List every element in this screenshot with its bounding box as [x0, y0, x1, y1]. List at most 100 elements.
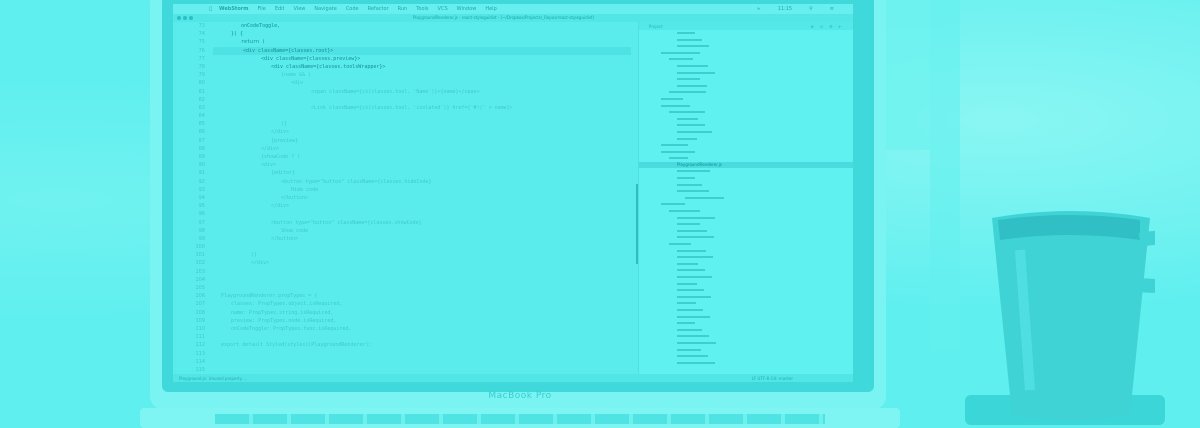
code-line[interactable]: PlaygroundRenderer.propTypes = { — [221, 292, 631, 300]
tree-item[interactable] — [639, 221, 853, 228]
tree-item[interactable] — [639, 287, 853, 294]
tree-item[interactable] — [639, 201, 853, 208]
tree-item[interactable] — [639, 353, 853, 360]
code-line[interactable] — [221, 96, 631, 104]
tree-item[interactable] — [639, 274, 853, 281]
menubar-clock[interactable]: 11:15 — [778, 6, 792, 12]
tree-item[interactable] — [639, 347, 853, 354]
tree-item[interactable] — [639, 188, 853, 195]
tree-item[interactable] — [639, 30, 853, 37]
menu-item-edit[interactable]: Edit — [275, 6, 285, 12]
menu-item-vcs[interactable]: VCS — [438, 6, 448, 12]
close-window-button[interactable] — [177, 16, 181, 20]
code-line[interactable]: </button> — [221, 235, 631, 243]
code-line[interactable]: <div className={classes.preview}> — [221, 55, 631, 63]
code-line[interactable]: }) { — [221, 30, 631, 38]
tree-item[interactable] — [639, 327, 853, 334]
menu-item-navigate[interactable]: Navigate — [314, 6, 336, 12]
menu-list-icon[interactable]: ≡ — [830, 6, 834, 12]
tree-item[interactable] — [639, 50, 853, 57]
menu-item-run[interactable]: Run — [398, 6, 408, 12]
tree-item[interactable] — [639, 116, 853, 123]
code-line[interactable]: {editor} — [221, 169, 631, 177]
tree-item[interactable] — [639, 136, 853, 143]
code-line[interactable] — [221, 358, 631, 366]
menu-item-help[interactable]: Help — [485, 6, 496, 12]
code-line[interactable]: Show code — [221, 227, 631, 235]
code-line[interactable]: <div> — [221, 161, 631, 169]
tree-item[interactable] — [639, 109, 853, 116]
code-line[interactable]: </div> — [221, 145, 631, 153]
menu-item-code[interactable]: Code — [346, 6, 359, 12]
tree-item[interactable] — [639, 182, 853, 189]
code-line[interactable]: {name && ( — [221, 71, 631, 79]
tree-item[interactable] — [639, 195, 853, 202]
code-line[interactable]: </div> — [221, 259, 631, 267]
code-line[interactable] — [221, 333, 631, 341]
tree-item[interactable] — [639, 333, 853, 340]
search-icon[interactable]: ⚲ — [809, 6, 813, 12]
code-line[interactable]: </div> — [221, 202, 631, 210]
code-line[interactable] — [221, 350, 631, 358]
tree-item[interactable] — [639, 129, 853, 136]
menu-item-view[interactable]: View — [294, 6, 306, 12]
code-line[interactable] — [221, 268, 631, 276]
code-line[interactable] — [221, 366, 631, 374]
tree-item[interactable] — [639, 43, 853, 50]
code-line[interactable]: return ( — [221, 38, 631, 46]
tree-item[interactable] — [639, 294, 853, 301]
tree-item[interactable] — [639, 300, 853, 307]
code-line[interactable]: onCodeToggle: PropTypes.func.isRequired, — [221, 325, 631, 333]
code-line[interactable]: Hide code — [221, 186, 631, 194]
tree-item[interactable] — [639, 267, 853, 274]
code-line[interactable]: </div> — [221, 128, 631, 136]
code-line[interactable] — [221, 210, 631, 218]
tree-item[interactable] — [639, 149, 853, 156]
tree-item[interactable] — [639, 142, 853, 149]
tree-item[interactable] — [639, 37, 853, 44]
tree-item[interactable] — [639, 234, 853, 241]
menu-item-file[interactable]: File — [257, 6, 265, 12]
tree-item[interactable] — [639, 281, 853, 288]
wifi-icon[interactable]: ≈ — [757, 6, 761, 12]
tree-item[interactable]: PlaygroundRenderer.js — [639, 161, 853, 169]
menu-item-window[interactable]: Window — [457, 6, 477, 12]
tree-item[interactable] — [639, 168, 853, 175]
tree-item[interactable] — [639, 89, 853, 96]
code-editor[interactable]: 73 74 75 76 77 78 79 80 81 82 83 84 85 86 87 88 89 90 91 92… — [173, 22, 638, 374]
code-line[interactable] — [221, 276, 631, 284]
tree-item[interactable] — [639, 155, 853, 162]
code-line[interactable]: preview: PropTypes.node.isRequired, — [221, 317, 631, 325]
tree-item[interactable] — [639, 254, 853, 261]
code-line[interactable]: <button type="button" className={classes… — [221, 178, 631, 186]
code-line[interactable] — [221, 284, 631, 292]
zoom-window-button[interactable] — [189, 16, 193, 20]
tree-item[interactable] — [639, 122, 853, 129]
project-tree[interactable]: PlaygroundRenderer.js — [639, 30, 853, 366]
menu-item-webstorm[interactable]: WebStorm — [219, 6, 248, 12]
code-line[interactable]: </button> — [221, 194, 631, 202]
tree-item[interactable] — [639, 228, 853, 235]
apple-icon[interactable]:  — [209, 6, 212, 12]
tree-item[interactable] — [639, 208, 853, 215]
code-line[interactable]: classes: PropTypes.object.isRequired, — [221, 300, 631, 308]
minimize-window-button[interactable] — [183, 16, 187, 20]
tree-item[interactable] — [639, 103, 853, 110]
code-line[interactable]: <Link className={cx(classes.tool, 'isola… — [221, 104, 631, 112]
code-line[interactable]: <div className={classes.root}> — [213, 46, 631, 55]
project-panel-tools[interactable]: ⊕⊙⚙⇤ — [810, 24, 848, 29]
tree-item[interactable] — [639, 96, 853, 103]
code-line[interactable] — [221, 112, 631, 120]
tree-item[interactable] — [639, 215, 853, 222]
tree-item[interactable] — [639, 63, 853, 70]
code-line[interactable]: )} — [221, 120, 631, 128]
tree-item[interactable] — [639, 175, 853, 182]
tree-item[interactable] — [639, 76, 853, 83]
tree-item[interactable] — [639, 56, 853, 63]
code-line[interactable]: {showCode ? ( — [221, 153, 631, 161]
tree-item[interactable] — [639, 261, 853, 268]
tree-item[interactable] — [639, 307, 853, 314]
menu-item-refactor[interactable]: Refactor — [368, 6, 389, 12]
status-info[interactable]: LF UTF-8 Git: master — [752, 376, 793, 381]
code-line[interactable] — [221, 243, 631, 251]
